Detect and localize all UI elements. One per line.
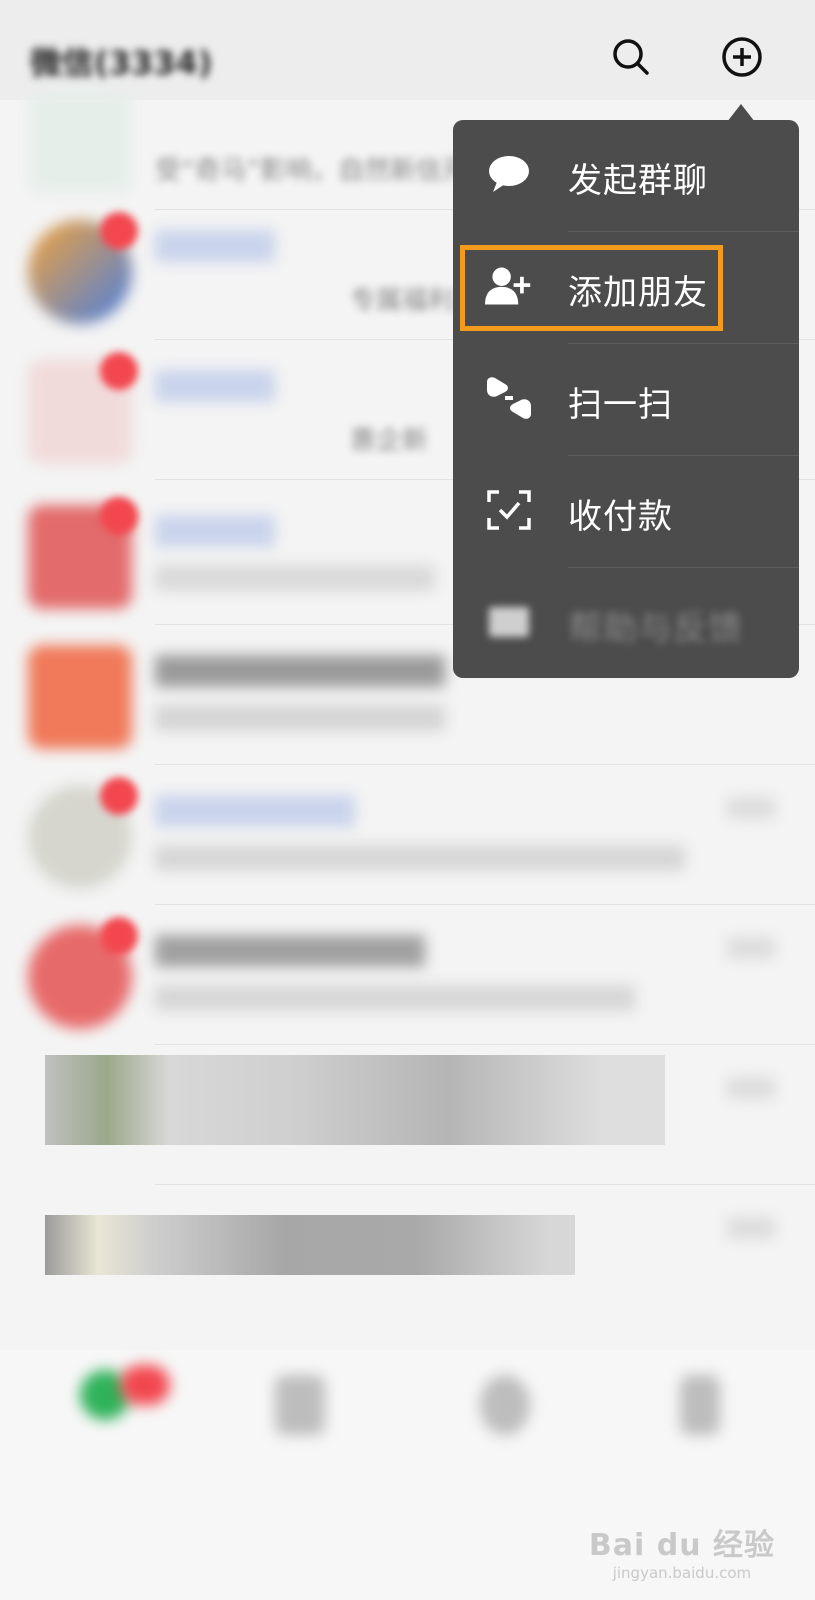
chat-preview (155, 705, 445, 731)
menu-label: 扫一扫 (568, 385, 673, 425)
scan-icon (485, 374, 533, 422)
unread-badge (100, 212, 138, 250)
plus-popup-menu: 发起群聊 添加朋友 扫一扫 收付款 帮助与反馈 (453, 120, 799, 678)
avatar (28, 645, 132, 749)
unread-badge (120, 1365, 170, 1405)
me-tab-icon[interactable] (680, 1375, 720, 1435)
chat-preview (155, 985, 635, 1011)
chat-name (155, 655, 445, 687)
list-item[interactable] (0, 765, 815, 905)
chat-name (155, 370, 275, 402)
chat-name (155, 515, 275, 547)
menu-item-help-feedback[interactable]: 帮助与反馈 (453, 568, 799, 680)
chat-name (155, 795, 355, 827)
highlight-box (460, 245, 723, 331)
chat-name (155, 935, 425, 967)
chat-time (727, 1077, 775, 1099)
list-item[interactable] (0, 1045, 815, 1185)
pixelated-name (45, 1055, 665, 1145)
chat-name (155, 230, 275, 262)
bottom-nav: Bai du 经验 jingyan.baidu.com (0, 1350, 815, 1600)
menu-item-group-chat[interactable]: 发起群聊 (453, 120, 799, 232)
help-mail-icon (485, 598, 533, 646)
unread-badge (100, 497, 138, 535)
unread-badge (100, 352, 138, 390)
pixelated-name (45, 1215, 575, 1275)
menu-item-payment[interactable]: 收付款 (453, 456, 799, 568)
chat-time (727, 1217, 775, 1239)
unread-badge (100, 917, 138, 955)
discover-tab-icon[interactable] (480, 1375, 530, 1435)
menu-label: 收付款 (568, 497, 673, 537)
watermark-url: jingyan.baidu.com (612, 1564, 752, 1582)
watermark-logo: Bai du 经验 (588, 1528, 775, 1563)
unread-badge (100, 777, 138, 815)
avatar (28, 90, 132, 194)
list-item[interactable] (0, 1185, 815, 1325)
payment-icon (485, 486, 533, 534)
menu-item-scan[interactable]: 扫一扫 (453, 344, 799, 456)
menu-label: 发起群聊 (568, 161, 708, 201)
menu-label: 帮助与反馈 (568, 609, 743, 649)
chat-preview (155, 565, 435, 591)
chat-preview (155, 845, 685, 871)
chat-preview: 惠企新 (350, 426, 429, 456)
chat-time (727, 797, 775, 819)
chat-bubble-icon (485, 150, 533, 198)
watermark: Bai du 经验 jingyan.baidu.com (589, 1520, 775, 1582)
contacts-tab-icon[interactable] (275, 1375, 325, 1435)
list-item[interactable] (0, 905, 815, 1045)
chat-preview: 受“奇马”影响，自然新信开放 (155, 156, 494, 186)
chat-time (727, 937, 775, 959)
